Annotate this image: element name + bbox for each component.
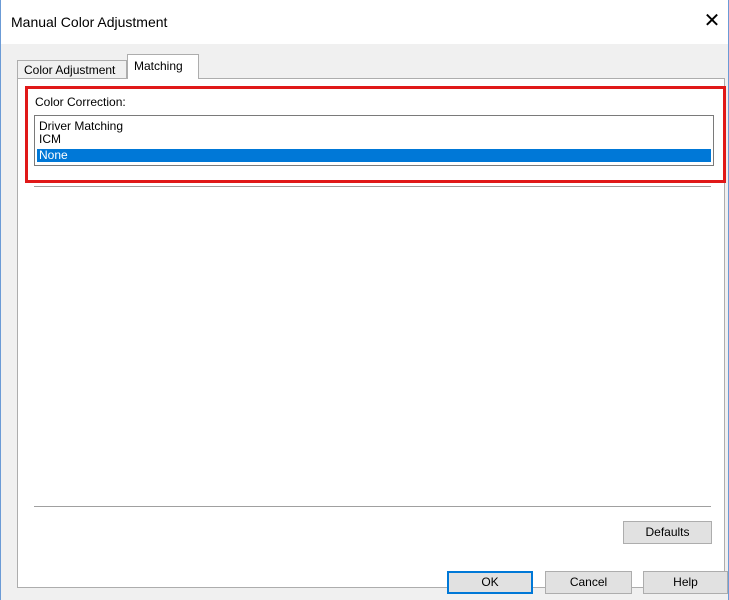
- ok-button[interactable]: OK: [447, 571, 533, 594]
- cancel-button[interactable]: Cancel: [545, 571, 632, 594]
- help-button[interactable]: Help: [643, 571, 728, 594]
- defaults-button[interactable]: Defaults: [623, 521, 712, 544]
- dialog-window: Manual Color Adjustment ✕ Color Adjustme…: [0, 0, 729, 600]
- color-correction-label: Color Correction:: [35, 95, 126, 109]
- window-title: Manual Color Adjustment: [11, 14, 168, 30]
- tab-color-adjustment[interactable]: Color Adjustment: [17, 60, 127, 78]
- list-item-driver-matching[interactable]: Driver Matching: [37, 120, 711, 133]
- title-bar[interactable]: Manual Color Adjustment ✕: [1, 0, 728, 44]
- tab-matching[interactable]: Matching: [127, 54, 199, 79]
- separator-bottom: [34, 506, 711, 507]
- color-correction-listbox[interactable]: Driver Matching ICM None: [34, 115, 714, 166]
- separator-top: [34, 186, 711, 187]
- close-icon[interactable]: ✕: [700, 8, 724, 34]
- list-item-icm[interactable]: ICM: [37, 133, 711, 146]
- list-item-none[interactable]: None: [37, 149, 711, 162]
